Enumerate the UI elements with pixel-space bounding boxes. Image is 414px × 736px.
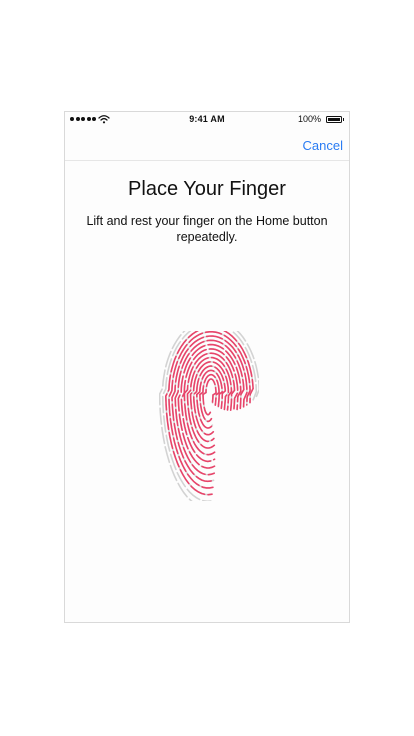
navigation-bar: Cancel — [65, 128, 349, 161]
fingerprint-icon — [159, 331, 259, 501]
cancel-button[interactable]: Cancel — [303, 138, 343, 153]
battery-cap — [342, 118, 344, 121]
phone-screen: 9:41 AM 100% Cancel Place Your Finger Li… — [64, 111, 350, 623]
battery-percentage: 100% — [297, 114, 321, 124]
battery-icon — [326, 116, 342, 123]
page-title: Place Your Finger — [128, 178, 286, 200]
status-bar: 9:41 AM 100% — [65, 112, 349, 128]
instruction-text: Lift and rest your finger on the Home bu… — [86, 214, 328, 244]
